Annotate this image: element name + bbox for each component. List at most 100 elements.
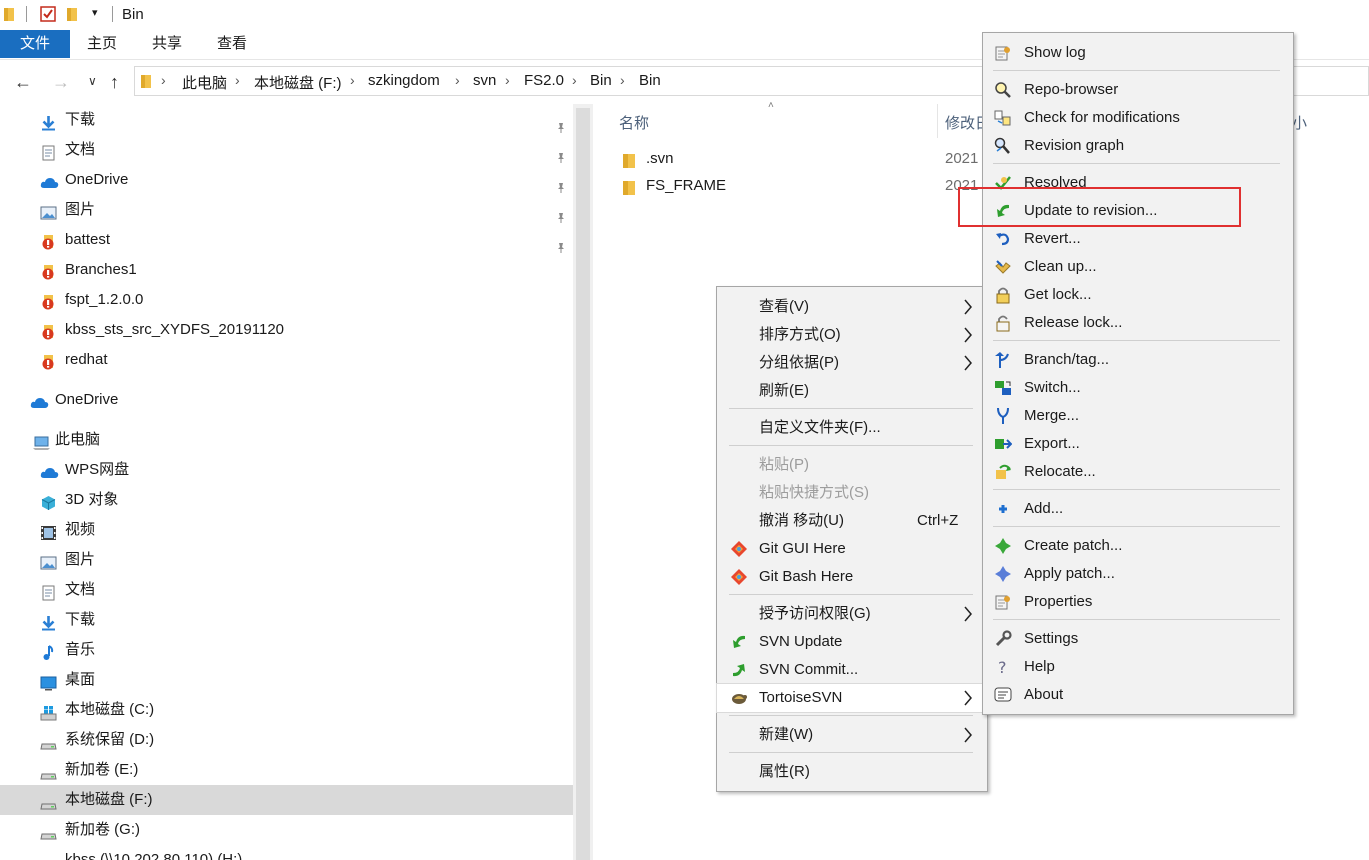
menu-item-revert[interactable]: Revert... [983, 225, 1291, 253]
nav-item-quick-access[interactable]: 图片 [0, 195, 573, 225]
nav-item-quick-access[interactable]: fspt_1.2.0.0 [0, 285, 573, 315]
nav-item-onedrive[interactable]: OneDrive [0, 385, 573, 415]
recent-dropdown-icon[interactable]: ∨ [88, 74, 97, 88]
nav-item-this-pc-child[interactable]: 视频 [0, 515, 573, 545]
menu-item-排序方式-o[interactable]: 排序方式(O) [717, 321, 985, 349]
nav-item-this-pc-child[interactable]: 系统保留 (D:) [0, 725, 573, 755]
menu-item-label: 属性(R) [759, 763, 810, 780]
nav-item-quick-access[interactable]: battest [0, 225, 573, 255]
nav-item-this-pc[interactable]: 此电脑 [0, 425, 573, 455]
nav-item-this-pc-child[interactable]: WPS网盘 [0, 455, 573, 485]
tab-home[interactable]: 主页 [72, 30, 132, 58]
navigation-scrollbar[interactable] [573, 104, 593, 860]
menu-item-get-lock[interactable]: Get lock... [983, 281, 1291, 309]
menu-item-git-bash-here[interactable]: Git Bash Here [717, 563, 985, 591]
breadcrumb-this-pc[interactable]: 此电脑 [182, 72, 227, 93]
menu-item-git-gui-here[interactable]: Git GUI Here [717, 535, 985, 563]
menu-item-repo-browser[interactable]: Repo-browser [983, 76, 1291, 104]
menu-item-release-lock[interactable]: Release lock... [983, 309, 1291, 337]
check-modifications-icon [994, 109, 1012, 127]
breadcrumb-fs20[interactable]: FS2.0 [524, 72, 564, 89]
menu-item-查看-v[interactable]: 查看(V) [717, 293, 985, 321]
nav-item-label: kbss (\\10.202.80.110) (H:) [65, 851, 243, 860]
nav-item-quick-access[interactable]: 下载 [0, 105, 573, 135]
scrollbar-thumb[interactable] [576, 108, 590, 860]
chevron-right-icon[interactable]: › [505, 72, 510, 88]
menu-item-授予访问权限-g[interactable]: 授予访问权限(G) [717, 600, 985, 628]
breadcrumb-svn[interactable]: svn [473, 72, 496, 89]
chevron-right-icon[interactable]: › [350, 72, 355, 88]
nav-item-this-pc-child[interactable]: 图片 [0, 545, 573, 575]
menu-item-粘贴快捷方式-s[interactable]: 粘贴快捷方式(S) [717, 479, 985, 507]
menu-item-clean-up[interactable]: Clean up... [983, 253, 1291, 281]
nav-item-this-pc-child[interactable]: 新加卷 (G:) [0, 815, 573, 845]
menu-item-relocate[interactable]: Relocate... [983, 458, 1291, 486]
menu-item-svn-commit[interactable]: SVN Commit... [717, 656, 985, 684]
menu-item-svn-update[interactable]: SVN Update [717, 628, 985, 656]
column-header-size[interactable]: 小 [1292, 112, 1307, 133]
menu-item-branch-tag[interactable]: Branch/tag... [983, 346, 1291, 374]
back-arrow-icon[interactable]: ← [14, 72, 32, 93]
chevron-right-icon[interactable]: › [235, 72, 240, 88]
tab-view[interactable]: 查看 [202, 30, 262, 58]
menu-item-revision-graph[interactable]: Revision graph [983, 132, 1291, 160]
chevron-right-icon[interactable]: › [620, 72, 625, 88]
menu-item-settings[interactable]: Settings [983, 625, 1291, 653]
menu-item-刷新-e[interactable]: 刷新(E) [717, 377, 985, 405]
menu-item-switch[interactable]: Switch... [983, 374, 1291, 402]
nav-item-label: OneDrive [55, 391, 119, 408]
breadcrumb-bin-parent[interactable]: Bin [590, 72, 612, 89]
nav-item-quick-access[interactable]: 文档 [0, 135, 573, 165]
tab-file[interactable]: 文件 [0, 30, 70, 58]
nav-item-this-pc-child[interactable]: 音乐 [0, 635, 573, 665]
menu-item-apply-patch[interactable]: Apply patch... [983, 560, 1291, 588]
nav-item-this-pc-child[interactable]: 新加卷 (E:) [0, 755, 573, 785]
menu-item-属性-r[interactable]: 属性(R) [717, 758, 985, 786]
up-arrow-icon[interactable]: ↑ [110, 72, 119, 93]
menu-item-tortoisesvn[interactable]: TortoiseSVN [716, 683, 986, 713]
nav-item-quick-access[interactable]: Branches1 [0, 255, 573, 285]
breadcrumb-szkingdom[interactable]: szkingdom [368, 72, 440, 89]
tab-share[interactable]: 共享 [137, 30, 197, 58]
menu-item-about[interactable]: About [983, 681, 1291, 709]
nav-item-this-pc-child[interactable]: 桌面 [0, 665, 573, 695]
menu-item-properties[interactable]: Properties [983, 588, 1291, 616]
nav-item-this-pc-child[interactable]: 文档 [0, 575, 573, 605]
menu-item-分组依据-p[interactable]: 分组依据(P) [717, 349, 985, 377]
menu-item-新建-w[interactable]: 新建(W) [717, 721, 985, 749]
quick-access-dropdown-icon[interactable]: ▾ [92, 6, 98, 19]
menu-item-merge[interactable]: Merge... [983, 402, 1291, 430]
column-divider[interactable] [937, 104, 938, 138]
nav-item-this-pc-child[interactable]: 本地磁盘 (F:) [0, 785, 573, 815]
menu-item-create-patch[interactable]: Create patch... [983, 532, 1291, 560]
nav-item-this-pc-child[interactable]: 下载 [0, 605, 573, 635]
menu-item-help[interactable]: ? Help [983, 653, 1291, 681]
menu-item-add[interactable]: Add... [983, 495, 1291, 523]
column-header-name[interactable]: 名称 [619, 112, 649, 133]
forward-arrow-icon[interactable]: → [52, 72, 70, 93]
breadcrumb-drive-f[interactable]: 本地磁盘 (F:) [254, 72, 342, 93]
nav-item-quick-access[interactable]: OneDrive [0, 165, 573, 195]
nav-item-this-pc-child[interactable]: 本地磁盘 (C:) [0, 695, 573, 725]
nav-item-this-pc-child[interactable]: 3D 对象 [0, 485, 573, 515]
menu-item-show-log[interactable]: Show log [983, 39, 1291, 67]
menu-item-粘贴-p[interactable]: 粘贴(P) [717, 451, 985, 479]
menu-item-自定义文件夹-f[interactable]: 自定义文件夹(F)... [717, 414, 985, 442]
nav-item-quick-access[interactable]: kbss_sts_src_XYDFS_20191120 [0, 315, 573, 345]
chevron-right-icon[interactable]: › [572, 72, 577, 88]
menu-separator [993, 163, 1280, 164]
chevron-right-icon[interactable]: › [161, 72, 166, 88]
menu-item-export[interactable]: Export... [983, 430, 1291, 458]
menu-item-label: Clean up... [1024, 258, 1097, 275]
nav-item-this-pc-child[interactable]: kbss (\\10.202.80.110) (H:) [0, 845, 573, 860]
document-icon [40, 142, 57, 161]
nav-item-quick-access[interactable]: redhat [0, 345, 573, 375]
menu-item-撤消-移动-u[interactable]: 撤消 移动(U) Ctrl+Z [717, 507, 985, 535]
menu-item-shortcut: Ctrl+Z [917, 512, 959, 529]
chevron-right-icon[interactable]: › [455, 72, 460, 88]
breadcrumb-bin-current[interactable]: Bin [639, 72, 661, 89]
new-folder-icon[interactable] [67, 7, 79, 21]
context-menu: 查看(V) 排序方式(O) 分组依据(P) 刷新(E) 自定义文件夹(F)... 粘贴(P… [716, 286, 988, 792]
menu-item-check-for-modifications[interactable]: Check for modifications [983, 104, 1291, 132]
properties-check-icon[interactable] [40, 6, 56, 22]
